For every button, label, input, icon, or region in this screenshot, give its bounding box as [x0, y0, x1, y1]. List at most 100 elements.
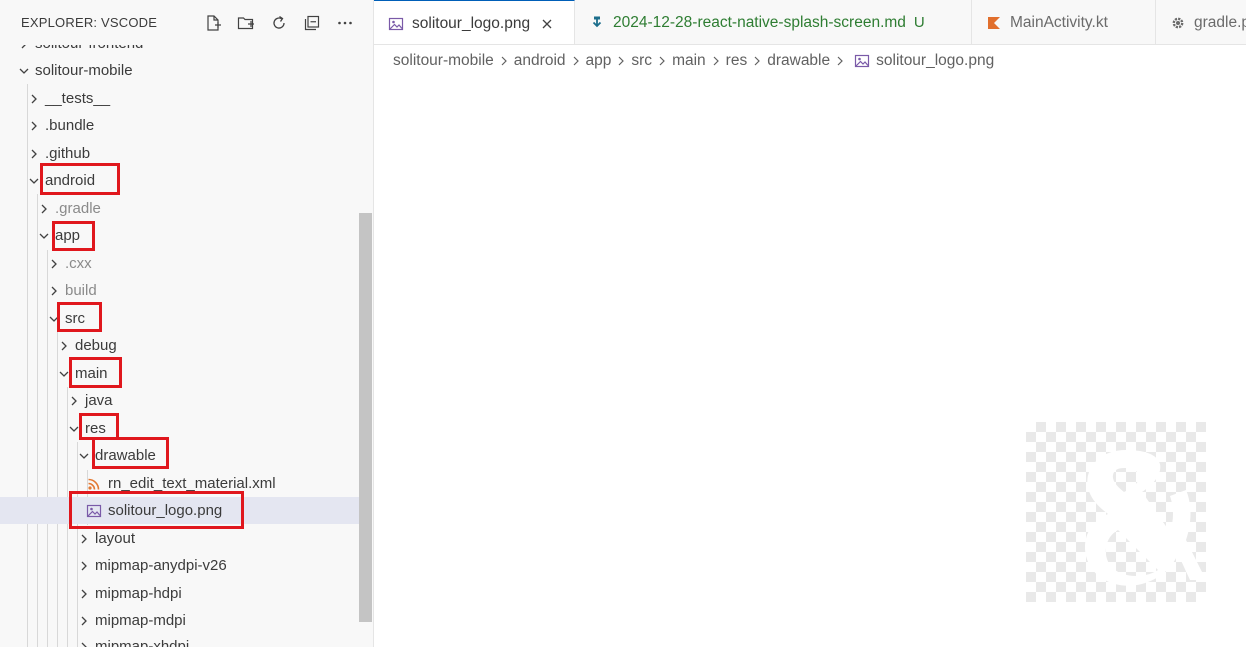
breadcrumb-item[interactable]: src	[631, 52, 652, 70]
image-icon	[854, 53, 870, 69]
solitour-logo-image	[1084, 450, 1206, 586]
tree-folder-debug[interactable]: debug	[0, 332, 372, 359]
tab-label: solitour_logo.png	[412, 14, 531, 32]
tree-folder-mipmap-hdpi[interactable]: mipmap-hdpi	[0, 580, 372, 607]
editor-tabs: solitour_logo.png 2024-12-28-react-nativ…	[374, 0, 1246, 45]
image-preview	[1026, 422, 1206, 602]
breadcrumb-item[interactable]: res	[726, 52, 748, 70]
chevron-right-icon	[833, 54, 847, 68]
tree-folder-mipmap-mdpi[interactable]: mipmap-mdpi	[0, 607, 372, 634]
tab-main-activity[interactable]: MainActivity.kt	[972, 0, 1156, 44]
chevron-down-icon	[68, 423, 80, 435]
tab-gradle[interactable]: gradle.p	[1156, 0, 1246, 44]
chevron-down-icon	[38, 230, 50, 242]
chevron-right-icon	[68, 395, 80, 407]
tree-folder-build[interactable]: build	[0, 277, 372, 304]
tab-label: MainActivity.kt	[1010, 13, 1108, 31]
tree-item-label: app	[55, 227, 81, 244]
more-icon[interactable]	[332, 12, 358, 34]
tree-folder-mipmap-anydpi-v26[interactable]: mipmap-anydpi-v26	[0, 552, 372, 579]
tree-item-label: .gradle	[55, 200, 101, 217]
breadcrumb-item[interactable]: solitour-mobile	[393, 52, 494, 70]
tree-item-label: mipmap-mdpi	[95, 612, 186, 629]
tree-item-label: mipmap-xhdpi	[95, 638, 190, 647]
tree-folder-cxx[interactable]: .cxx	[0, 250, 372, 277]
tree-folder-android[interactable]: android	[0, 167, 372, 194]
tab-label: gradle.p	[1194, 13, 1246, 31]
tree-item-label: .github	[45, 145, 91, 162]
tree-folder-layout[interactable]: layout	[0, 525, 372, 552]
chevron-right-icon	[78, 615, 90, 627]
chevron-down-icon	[28, 175, 40, 187]
chevron-right-icon	[78, 560, 90, 572]
chevron-right-icon	[28, 93, 40, 105]
tree-folder-github[interactable]: .github	[0, 140, 372, 167]
tree-folder-bundle[interactable]: .bundle	[0, 112, 372, 139]
tree-folder-res[interactable]: res	[0, 415, 372, 442]
tree-folder-mipmap-xhdpi[interactable]: mipmap-xhdpi	[0, 633, 372, 647]
tree-item-label: layout	[95, 530, 136, 547]
tree-item-label: mipmap-hdpi	[95, 585, 182, 602]
breadcrumb-item[interactable]: app	[586, 52, 612, 70]
tree-item-label: rn_edit_text_material.xml	[108, 475, 276, 492]
gear-icon	[1170, 15, 1186, 31]
chevron-right-icon	[78, 641, 90, 647]
breadcrumb-file[interactable]: solitour_logo.png	[876, 52, 994, 70]
chevron-right-icon	[709, 54, 723, 68]
refresh-icon[interactable]	[266, 12, 292, 34]
chevron-right-icon	[28, 148, 40, 160]
chevron-right-icon	[655, 54, 669, 68]
tree-item-label: .bundle	[45, 117, 95, 134]
chevron-down-icon	[78, 450, 90, 462]
breadcrumb-item[interactable]: drawable	[767, 52, 830, 70]
collapse-all-icon[interactable]	[299, 12, 325, 34]
untracked-badge: U	[913, 14, 925, 31]
tree-item-label: src	[65, 310, 85, 327]
tree-item-label: .cxx	[65, 255, 92, 272]
explorer-title: EXPLORER: VSCODE	[21, 15, 158, 30]
chevron-right-icon	[614, 54, 628, 68]
tree-folder-main[interactable]: main	[0, 360, 372, 387]
sidebar-scrollbar-thumb[interactable]	[359, 213, 372, 622]
tree-folder-solitour-mobile[interactable]: solitour-mobile	[0, 57, 372, 84]
image-icon	[86, 503, 102, 519]
tree-folder-gradle[interactable]: .gradle	[0, 195, 372, 222]
tree-item-label: __tests__	[45, 90, 111, 107]
rss-icon	[86, 476, 102, 492]
tree-folder-src[interactable]: src	[0, 305, 372, 332]
image-icon	[388, 16, 404, 32]
breadcrumb: solitour-mobile android app src main res…	[393, 48, 994, 74]
tree-folder-app[interactable]: app	[0, 222, 372, 249]
new-file-icon[interactable]	[200, 12, 226, 34]
tree-item-label: main	[75, 365, 108, 382]
close-icon[interactable]	[540, 17, 554, 31]
chevron-right-icon	[48, 258, 60, 270]
tree-folder-java[interactable]: java	[0, 387, 372, 414]
tree-folder-tests[interactable]: __tests__	[0, 85, 372, 112]
new-folder-icon[interactable]	[233, 12, 259, 34]
tree-item-label: debug	[75, 337, 117, 354]
breadcrumb-item[interactable]: android	[514, 52, 566, 70]
tree-item-label: solitour_logo.png	[108, 502, 223, 519]
chevron-right-icon	[78, 588, 90, 600]
tree-file-solitour-logo[interactable]: solitour_logo.png	[0, 497, 372, 524]
tree-file-rn-edit-text-material[interactable]: rn_edit_text_material.xml	[0, 470, 372, 497]
file-tree: solitour-frontend solitour-mobile __test…	[0, 0, 373, 647]
chevron-right-icon	[569, 54, 583, 68]
chevron-down-icon	[48, 313, 60, 325]
tab-solitour-logo[interactable]: solitour_logo.png	[374, 0, 575, 44]
tree-item-label: build	[65, 282, 97, 299]
kotlin-icon	[986, 15, 1002, 31]
tree-item-label: res	[85, 420, 106, 437]
tree-folder-drawable[interactable]: drawable	[0, 442, 372, 469]
chevron-right-icon	[750, 54, 764, 68]
breadcrumb-item[interactable]: main	[672, 52, 706, 70]
tab-label: 2024-12-28-react-native-splash-screen.md	[613, 13, 906, 31]
tree-item-label: java	[85, 392, 113, 409]
explorer-sidebar: solitour-frontend solitour-mobile __test…	[0, 0, 374, 647]
tab-react-native-splash-screen[interactable]: 2024-12-28-react-native-splash-screen.md…	[575, 0, 972, 44]
chevron-right-icon	[48, 285, 60, 297]
chevron-right-icon	[78, 533, 90, 545]
tree-item-label: android	[45, 172, 96, 189]
tree-item-label: mipmap-anydpi-v26	[95, 557, 227, 574]
